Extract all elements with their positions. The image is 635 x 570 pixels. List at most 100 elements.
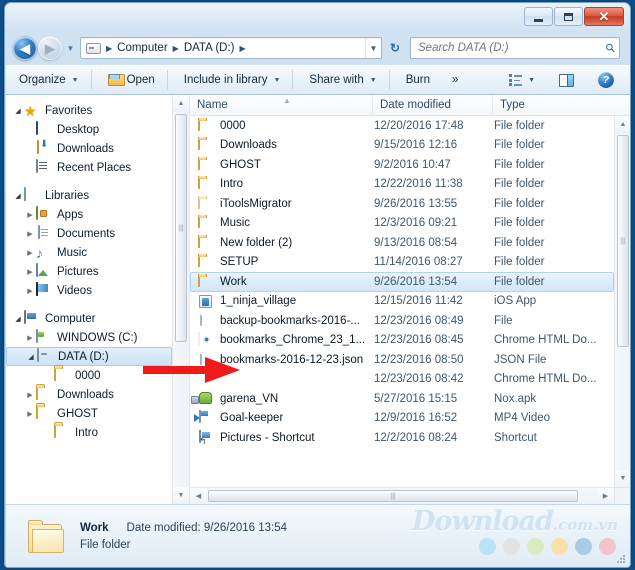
recent-pages-dropdown[interactable]: ▼ (64, 36, 77, 60)
scroll-left-button[interactable]: ◀ (190, 488, 207, 504)
scroll-right-button[interactable]: ▶ (597, 488, 614, 504)
column-header-date-modified[interactable]: Date modified (373, 95, 493, 115)
sidebar-item-data-d[interactable]: ◢ DATA (D:) (6, 347, 172, 366)
chevron-down-icon: ▼ (71, 76, 79, 84)
navpane-vertical-scrollbar[interactable]: ▲ ||| ▼ (172, 95, 189, 504)
forward-button[interactable]: ▶ (38, 36, 62, 60)
file-name-cell: GHOST (191, 156, 374, 173)
filelist-vertical-scrollbar[interactable]: ▲ ||| ▼ (614, 116, 630, 487)
share-with-button[interactable]: Share with ▼ (300, 68, 385, 92)
sidebar-item-label: Music (57, 246, 88, 259)
sidebar-item-0000[interactable]: 0000 (6, 366, 172, 385)
search-box[interactable]: ⚲ (410, 37, 620, 59)
table-row[interactable]: Intro 12/22/2016 11:38 File folder (190, 175, 614, 195)
table-row[interactable]: SETUP 11/14/2016 08:27 File folder (190, 253, 614, 273)
pictures-icon (36, 262, 52, 280)
breadcrumb-data-drive[interactable]: DATA (D:) (184, 42, 235, 54)
sidebar-group-favorites[interactable]: ◢ ★ Favorites (6, 101, 172, 120)
table-row[interactable]: garena_VN 5/27/2016 15:15 Nox.apk (190, 389, 614, 409)
table-row[interactable]: bookmarks-2016-12-23.json 12/23/2016 08:5… (190, 350, 614, 370)
sidebar-group-computer[interactable]: ◢ Computer (6, 309, 172, 328)
organize-button[interactable]: Organize ▼ (10, 68, 88, 92)
table-row[interactable]: Work 9/26/2016 13:54 File folder (190, 272, 614, 292)
minimize-button[interactable] (524, 7, 553, 26)
close-button[interactable]: ✕ (584, 7, 624, 26)
table-row[interactable]: iToolsMigrator 9/26/2016 13:55 File folder (190, 194, 614, 214)
sidebar-item-ghost[interactable]: ▶ GHOST (6, 404, 172, 423)
scroll-up-button[interactable]: ▲ (173, 95, 189, 112)
chevron-icon[interactable]: ▶ (24, 230, 36, 238)
table-row[interactable]: GHOST 9/2/2016 10:47 File folder (190, 155, 614, 175)
resize-grip[interactable] (615, 553, 627, 565)
table-row[interactable]: backup-bookmarks-2016-... 12/23/2016 08:4… (190, 311, 614, 331)
scroll-up-button[interactable]: ▲ (615, 116, 630, 133)
table-row[interactable]: 0000 12/20/2016 17:48 File folder (190, 116, 614, 136)
scroll-down-button[interactable]: ▼ (615, 470, 630, 487)
help-button[interactable]: ? (589, 68, 623, 92)
sidebar-group-libraries[interactable]: ◢ Libraries (6, 186, 172, 205)
table-row[interactable]: Music 12/3/2016 09:21 File folder (190, 214, 614, 234)
refresh-button[interactable]: ↻ (384, 37, 406, 59)
sidebar-item-downloads[interactable]: Downloads (6, 139, 172, 158)
file-type-cell: iOS App (494, 295, 537, 308)
chevron-icon[interactable]: ▶ (24, 391, 36, 399)
change-view-button[interactable]: ▼ (500, 68, 544, 92)
sidebar-item-recent-places[interactable]: Recent Places (6, 158, 172, 177)
sidebar-item-intro[interactable]: Intro (6, 423, 172, 442)
sidebar-item-downloads[interactable]: ▶ Downloads (6, 385, 172, 404)
open-button[interactable]: Open (99, 68, 164, 92)
chevron-icon[interactable]: ▶ (24, 211, 36, 219)
file-name: Downloads (220, 139, 277, 152)
file-name-cell: bookmarks_Chrome_23_1... (191, 332, 374, 348)
sidebar-item-desktop[interactable]: Desktop (6, 120, 172, 139)
sidebar-item-videos[interactable]: ▶ Videos (6, 281, 172, 300)
maximize-button[interactable] (554, 7, 583, 26)
chevron-expanded-icon[interactable]: ◢ (12, 107, 24, 115)
table-row[interactable]: 12/23/2016 08:42 Chrome HTML Do... (190, 370, 614, 390)
column-header-name-label: Name (197, 99, 228, 111)
chevron-expanded-icon[interactable]: ◢ (12, 315, 24, 323)
filelist-horizontal-scrollbar[interactable]: ◀ ||| ▶ (190, 487, 614, 504)
table-row[interactable]: Goal-keeper 12/9/2016 16:52 MP4 Video (190, 409, 614, 429)
sidebar-item-windows-c[interactable]: ▶ WINDOWS (C:) (6, 328, 172, 347)
table-row[interactable]: Pictures - Shortcut 12/2/2016 08:24 Shortc… (190, 428, 614, 448)
scroll-down-button[interactable]: ▼ (173, 487, 189, 504)
breadcrumb-computer[interactable]: Computer (117, 42, 168, 54)
search-input[interactable] (418, 42, 607, 54)
column-header-type[interactable]: Type (493, 95, 630, 115)
horizontal-scroll-thumb[interactable]: ||| (208, 490, 578, 502)
sidebar-item-documents[interactable]: ▶ Documents (6, 224, 172, 243)
column-header-name[interactable]: Name ▲ (190, 95, 373, 115)
filelist-scroll-thumb[interactable]: ||| (617, 135, 629, 347)
chevron-icon[interactable]: ▶ (24, 410, 36, 418)
include-in-library-button[interactable]: Include in library ▼ (175, 68, 290, 92)
back-button[interactable]: ◀ (13, 36, 37, 60)
address-bar[interactable]: ▶ Computer ▶ DATA (D:) ▶ ▼ (80, 37, 382, 59)
sidebar-item-music[interactable]: ▶ ♪ Music (6, 243, 172, 262)
sidebar-group-label: Favorites (45, 104, 93, 117)
show-preview-pane-button[interactable] (550, 68, 583, 92)
chevron-icon[interactable]: ▶ (24, 268, 36, 276)
chevron-down-icon: ▼ (369, 76, 377, 84)
chevron-expanded-icon[interactable]: ◢ (12, 192, 24, 200)
details-text: Work Date modified: 9/26/2016 13:54 File… (80, 520, 287, 553)
details-item-name: Work (80, 521, 109, 534)
address-dropdown-button[interactable]: ▼ (365, 38, 381, 58)
sidebar-item-apps[interactable]: ▶ Apps (6, 205, 172, 224)
file-type-cell: File folder (494, 119, 545, 132)
chevron-icon[interactable]: ◢ (25, 353, 37, 361)
toolbar-overflow-button[interactable]: » (443, 68, 467, 92)
table-row[interactable]: Downloads 9/15/2016 12:16 File folder (190, 136, 614, 156)
burn-button[interactable]: Burn (397, 68, 439, 92)
chevron-icon[interactable]: ▶ (24, 334, 36, 342)
file-name-cell: 0000 (191, 117, 374, 134)
table-row[interactable]: 1_ninja_village 12/15/2016 11:42 iOS App (190, 292, 614, 312)
file-date-cell: 9/26/2016 13:55 (374, 197, 458, 210)
explorer-window: ✕ ◀ ▶ ▼ ▶ Computer ▶ DATA (D:) ▶ ▼ ↻ Sea… (4, 2, 631, 568)
sidebar-item-pictures[interactable]: ▶ Pictures (6, 262, 172, 281)
chevron-icon[interactable]: ▶ (24, 287, 36, 295)
chevron-icon[interactable]: ▶ (24, 249, 36, 257)
navpane-scroll-thumb[interactable]: ||| (175, 114, 187, 342)
table-row[interactable]: bookmarks_Chrome_23_1... 12/23/2016 08:45… (190, 331, 614, 351)
table-row[interactable]: New folder (2) 9/13/2016 08:54 File folder (190, 233, 614, 253)
